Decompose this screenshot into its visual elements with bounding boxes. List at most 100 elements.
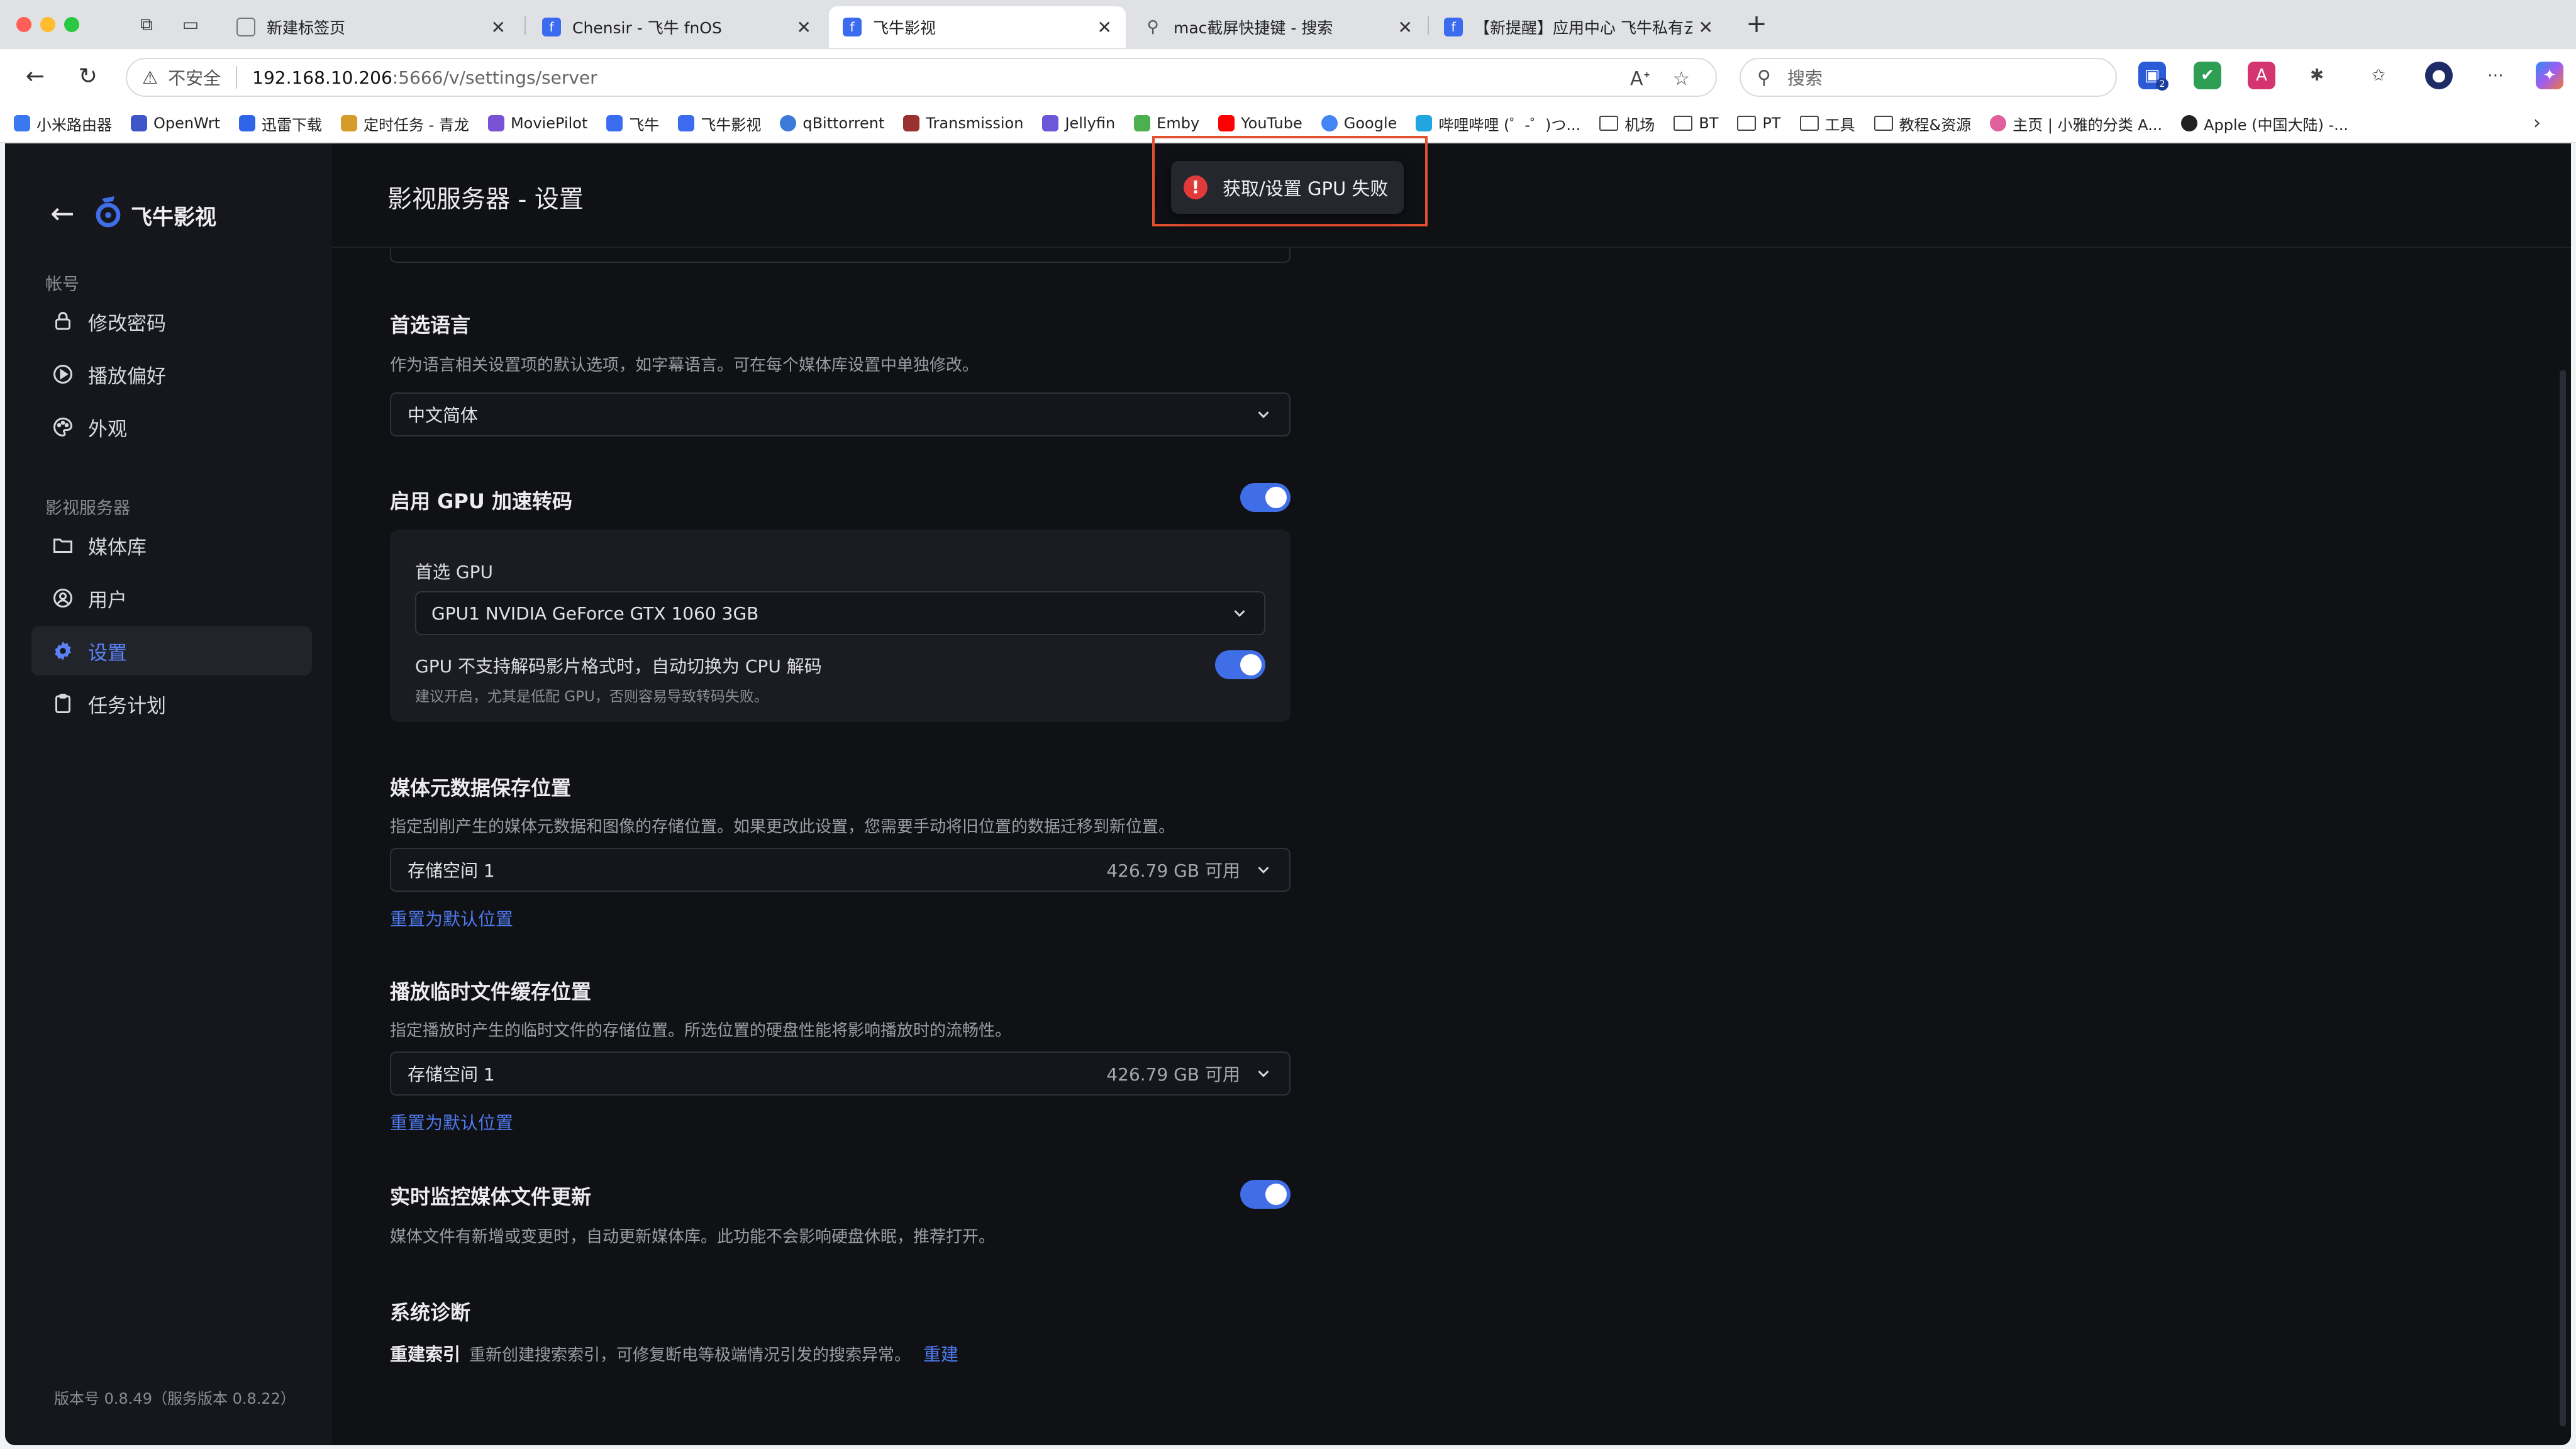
folder-icon bbox=[1874, 116, 1893, 131]
reindex-label: 重建索引 bbox=[390, 1344, 461, 1365]
tab-close-icon[interactable]: ✕ bbox=[1398, 17, 1413, 38]
bookmark-folder[interactable]: PT bbox=[1737, 114, 1781, 132]
bookmark-folder[interactable]: BT bbox=[1674, 114, 1718, 132]
bookmark-item[interactable]: 小米路由器 bbox=[14, 113, 112, 135]
browser-tab[interactable]: f 【新提醒】应用中心 飞牛私有云t ✕ bbox=[1430, 6, 1727, 48]
language-select[interactable]: 中文简体 bbox=[390, 392, 1291, 436]
bookmark-item[interactable]: Transmission bbox=[903, 114, 1023, 132]
tab-close-icon[interactable]: ✕ bbox=[491, 17, 506, 38]
cache-location-select[interactable]: 存储空间 1 426.79 GB 可用 bbox=[390, 1052, 1291, 1096]
bookmark-item[interactable]: 迅雷下载 bbox=[239, 113, 322, 135]
realtime-monitor-toggle[interactable] bbox=[1240, 1180, 1291, 1209]
bookmark-item[interactable]: MoviePilot bbox=[487, 114, 587, 132]
favorite-star-icon[interactable]: ☆ bbox=[1673, 68, 1690, 90]
cache-reset-link[interactable]: 重置为默认位置 bbox=[390, 1109, 513, 1135]
window-maximize-button[interactable] bbox=[64, 17, 79, 32]
bookmark-item[interactable]: Apple (中国大陆) -... bbox=[2181, 113, 2348, 135]
copilot-icon[interactable]: ✦ bbox=[2536, 62, 2563, 89]
tab-title: Chensir - 飞牛 fnOS bbox=[572, 19, 722, 37]
gpu-transcode-toggle[interactable] bbox=[1240, 483, 1291, 512]
reindex-row: 重建索引 重新创建搜索索引，可修复断电等极端情况引发的搜索异常。 重建 bbox=[390, 1341, 958, 1366]
browser-tab[interactable]: f Chensir - 飞牛 fnOS ✕ bbox=[528, 6, 825, 48]
profile-avatar[interactable]: ● bbox=[2425, 62, 2453, 89]
browser-tab[interactable]: 新建标签页 ✕ bbox=[223, 6, 519, 48]
metadata-location-select[interactable]: 存储空间 1 426.79 GB 可用 bbox=[390, 848, 1291, 892]
google-icon bbox=[1321, 115, 1338, 131]
read-aloud-icon[interactable]: Aᐩ bbox=[1630, 68, 1650, 90]
browser-tab-active[interactable]: f 飞牛影视 ✕ bbox=[829, 6, 1126, 48]
reindex-button[interactable]: 重建 bbox=[923, 1341, 958, 1366]
back-icon[interactable]: ← bbox=[21, 63, 49, 91]
vertical-tabs-icon[interactable]: ▭ bbox=[179, 13, 203, 36]
search-tab-icon: ⚲ bbox=[1146, 18, 1159, 36]
language-select-value: 中文简体 bbox=[408, 405, 479, 426]
bookmark-item[interactable]: 飞牛 bbox=[606, 113, 659, 135]
preferred-gpu-value: GPU1 NVIDIA GeForce GTX 1060 3GB bbox=[431, 602, 759, 624]
tab-title: 新建标签页 bbox=[267, 19, 346, 37]
sidebar-item-label: 外观 bbox=[88, 418, 127, 441]
folder-icon bbox=[1737, 116, 1757, 131]
settings-content[interactable]: 首选语言 作为语言相关设置项的默认选项，如字幕语言。可在每个媒体库设置中单独修改… bbox=[332, 143, 2571, 1445]
sidebar-item-playback-preferences[interactable]: 播放偏好 bbox=[31, 350, 312, 399]
toast-message: 获取/设置 GPU 失败 bbox=[1223, 178, 1389, 199]
bilibili-icon bbox=[1416, 115, 1433, 131]
qbittorrent-icon bbox=[780, 115, 797, 131]
browser-tab[interactable]: ⚲ mac截屏快捷键 - 搜索 ✕ bbox=[1130, 6, 1426, 48]
bookmark-item[interactable]: 哔哩哔哩 (゜-゜)つ... bbox=[1416, 113, 1580, 135]
sidebar-item-scheduled-tasks[interactable]: 任务计划 bbox=[31, 679, 312, 728]
palette-icon bbox=[50, 414, 75, 440]
tab-title: 飞牛影视 bbox=[873, 19, 936, 37]
bookmark-item[interactable]: YouTube bbox=[1218, 114, 1302, 132]
cpu-fallback-toggle[interactable] bbox=[1215, 650, 1265, 679]
back-arrow-icon[interactable]: ← bbox=[50, 196, 75, 230]
bookmark-label: 定时任务 - 青龙 bbox=[364, 116, 469, 134]
bookmark-item[interactable]: qBittorrent bbox=[780, 114, 884, 132]
sidebar-item-settings[interactable]: 设置 bbox=[31, 626, 312, 675]
search-input[interactable]: ⚲ 搜索 bbox=[1740, 58, 2117, 97]
qinglong-icon bbox=[341, 115, 358, 131]
translate-extension-icon[interactable]: A bbox=[2248, 62, 2275, 89]
tab-close-icon[interactable]: ✕ bbox=[797, 17, 811, 38]
tab-separator bbox=[1428, 16, 1429, 35]
warning-icon[interactable]: ⚠ bbox=[142, 67, 158, 88]
workspaces-icon[interactable]: ⧉ bbox=[135, 13, 158, 36]
sidebar-item-appearance[interactable]: 外观 bbox=[31, 402, 312, 452]
new-tab-button[interactable]: + bbox=[1742, 10, 1771, 39]
address-bar[interactable]: ⚠ 不安全 192.168.10.206 :5666/v/settings/se… bbox=[126, 58, 1717, 97]
scrollbar[interactable] bbox=[2560, 370, 2566, 1426]
search-icon: ⚲ bbox=[1757, 66, 1771, 89]
reload-icon[interactable]: ↻ bbox=[74, 63, 102, 91]
window-close-button[interactable] bbox=[16, 17, 31, 32]
more-menu-icon[interactable]: ⋯ bbox=[2482, 62, 2509, 89]
bookmarks-overflow-chevron-icon[interactable]: › bbox=[2533, 112, 2541, 134]
tab-close-icon[interactable]: ✕ bbox=[1097, 17, 1112, 38]
tab-close-icon[interactable]: ✕ bbox=[1699, 17, 1713, 38]
preferred-gpu-select[interactable]: GPU1 NVIDIA GeForce GTX 1060 3GB bbox=[415, 591, 1265, 635]
bookmark-folder[interactable]: 工具 bbox=[1799, 113, 1855, 135]
bookmark-item[interactable]: Emby bbox=[1134, 114, 1199, 132]
sidebar-item-label: 媒体库 bbox=[88, 536, 147, 559]
insecure-label[interactable]: 不安全 bbox=[168, 65, 221, 90]
sidebar-item-media-library[interactable]: 媒体库 bbox=[31, 521, 312, 570]
bookmark-item[interactable]: Jellyfin bbox=[1042, 114, 1115, 132]
bookmark-item[interactable]: OpenWrt bbox=[131, 114, 220, 132]
url-host[interactable]: 192.168.10.206 bbox=[252, 67, 392, 88]
metadata-reset-link[interactable]: 重置为默认位置 bbox=[390, 906, 513, 931]
bookmark-item[interactable]: 主页 | 小雅的分类 A... bbox=[1990, 113, 2162, 135]
bookmark-folder[interactable]: 教程&资源 bbox=[1874, 113, 1971, 135]
metadata-location-description: 指定刮削产生的媒体元数据和图像的存储位置。如果更改此设置，您需要手动将旧位置的数… bbox=[390, 818, 1175, 836]
favorites-icon[interactable]: ✩ bbox=[2365, 62, 2392, 89]
sidebar-item-change-password[interactable]: 修改密码 bbox=[31, 297, 312, 346]
shield-extension-icon[interactable]: ✔ bbox=[2194, 62, 2221, 89]
error-icon: ! bbox=[1184, 175, 1208, 199]
extensions-puzzle-icon[interactable]: ✱ bbox=[2303, 62, 2331, 89]
sidebar-item-users[interactable]: 用户 bbox=[31, 574, 312, 623]
bookmark-folder[interactable]: 机场 bbox=[1599, 113, 1655, 135]
bookmark-label: YouTube bbox=[1241, 114, 1302, 132]
url-path[interactable]: :5666/v/settings/server bbox=[392, 67, 597, 88]
bookmark-item[interactable]: 定时任务 - 青龙 bbox=[341, 113, 469, 135]
window-minimize-button[interactable] bbox=[40, 17, 55, 32]
bookmark-item[interactable]: Google bbox=[1321, 114, 1397, 132]
bookmark-item[interactable]: 飞牛影视 bbox=[678, 113, 761, 135]
emby-icon bbox=[1134, 115, 1151, 131]
